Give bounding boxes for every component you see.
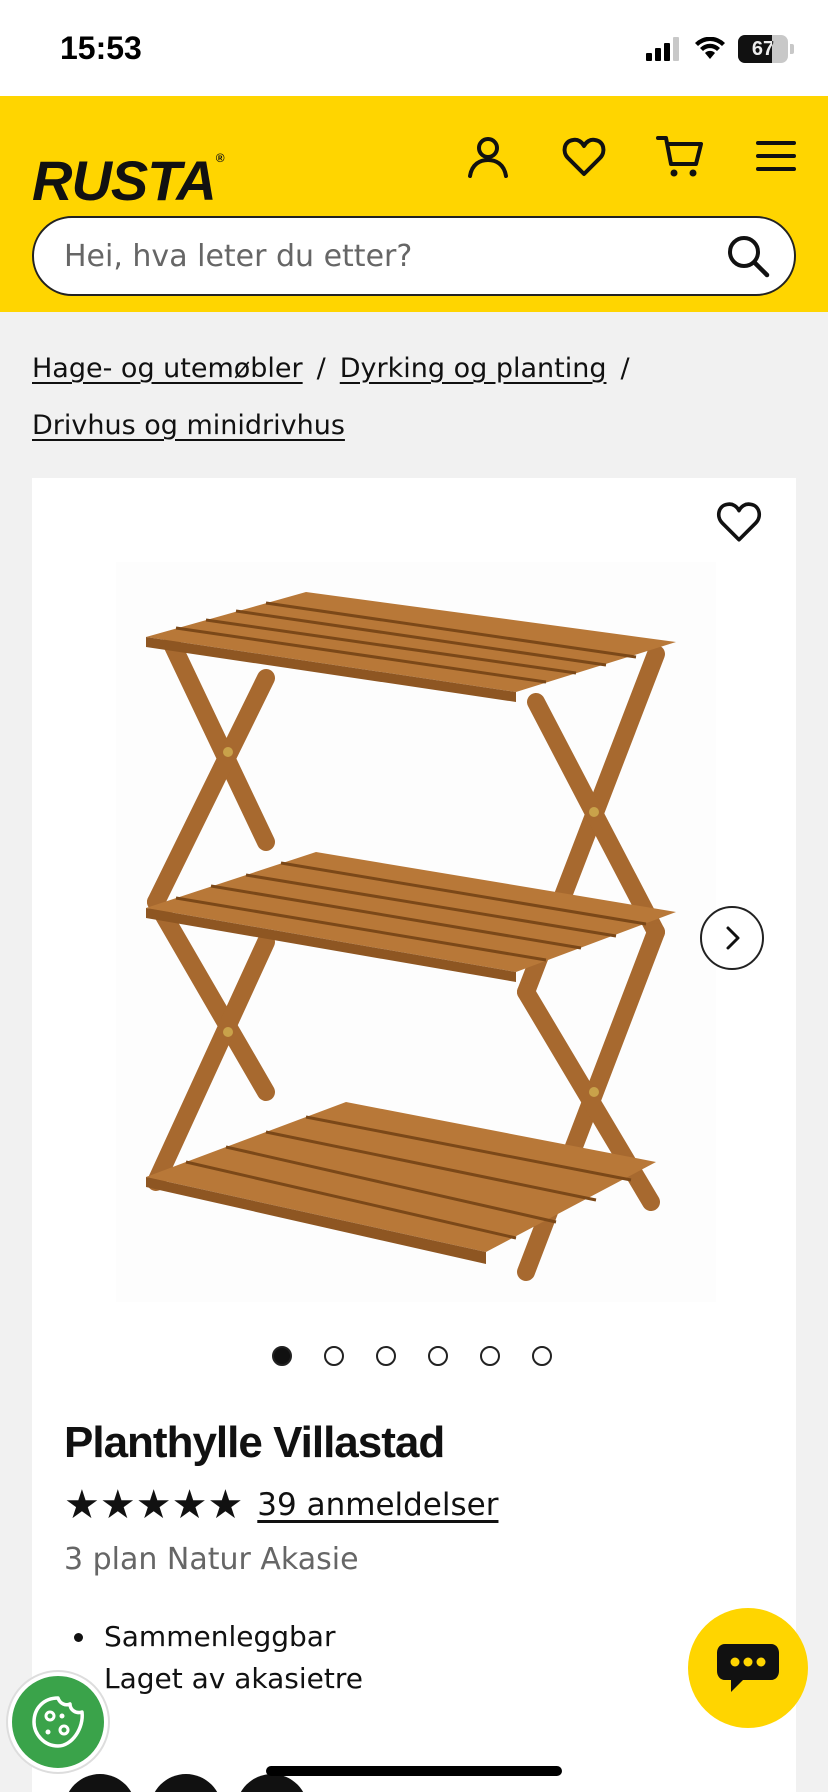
- home-indicator[interactable]: [266, 1766, 562, 1776]
- site-header: RUSTA®: [0, 96, 828, 312]
- breadcrumb-item-drivhus-og-minidrivhus[interactable]: Drivhus og minidrivhus: [32, 410, 345, 441]
- account-icon[interactable]: [464, 132, 512, 180]
- reviews-link[interactable]: 39 anmeldelser: [257, 1487, 498, 1523]
- wifi-icon: [695, 37, 725, 59]
- product-subtitle: 3 plan Natur Akasie: [64, 1542, 359, 1577]
- battery-cap: [790, 44, 794, 54]
- gallery-dot[interactable]: [272, 1346, 292, 1366]
- search-input[interactable]: [64, 218, 704, 294]
- menu-icon[interactable]: [752, 132, 800, 180]
- feature-item: Laget av akasietre: [74, 1658, 363, 1700]
- gallery-dot[interactable]: [532, 1346, 552, 1366]
- cart-icon[interactable]: [656, 132, 704, 180]
- gallery-dot[interactable]: [376, 1346, 396, 1366]
- gallery-dot[interactable]: [480, 1346, 500, 1366]
- breadcrumb-item-dyrking-og-planting[interactable]: Dyrking og planting: [340, 353, 607, 384]
- chevron-right-icon: [726, 926, 740, 950]
- gallery-dots: [272, 1346, 552, 1370]
- gallery-dot[interactable]: [324, 1346, 344, 1366]
- product-title: Planthylle Villastad: [64, 1418, 445, 1467]
- breadcrumb: Hage- og utemøbler / Dyrking og planting / D…: [32, 340, 792, 454]
- next-image-button[interactable]: [700, 906, 764, 970]
- chat-bubble-icon: [717, 1644, 779, 1692]
- status-bar: 15:53 67: [0, 0, 828, 96]
- chat-button[interactable]: [688, 1608, 808, 1728]
- rating-row: ★★★★★ 39 anmeldelser: [64, 1482, 498, 1528]
- search-bar: [32, 216, 796, 296]
- price-digit-shape: [150, 1774, 222, 1792]
- cookie-icon: [32, 1696, 84, 1748]
- logo-text: RUSTA: [32, 149, 217, 212]
- breadcrumb-separator: /: [620, 353, 630, 384]
- product-card: Planthylle Villastad ★★★★★ 39 anmeldelse…: [32, 478, 796, 1792]
- logo-mark: ®: [215, 151, 225, 165]
- battery-icon: 67: [738, 35, 788, 63]
- breadcrumb-item-hage-og-utemobler[interactable]: Hage- og utemøbler: [32, 353, 303, 384]
- status-time: 15:53: [60, 30, 142, 66]
- cookie-settings-button[interactable]: [8, 1672, 108, 1772]
- search-button[interactable]: [724, 232, 772, 280]
- heart-icon: [716, 502, 762, 542]
- favorite-button[interactable]: [714, 496, 764, 546]
- breadcrumb-separator: /: [316, 353, 326, 384]
- signal-icon: [646, 37, 679, 61]
- feature-list: Sammenleggbar Laget av akasietre: [74, 1616, 363, 1700]
- price-partial: [64, 1774, 308, 1792]
- rating-stars: ★★★★★: [64, 1485, 243, 1525]
- star-icons: ★★★★★: [64, 1482, 244, 1528]
- battery-percent: 67: [751, 38, 775, 60]
- header-icons: [464, 126, 800, 186]
- price-digit-shape: [236, 1774, 308, 1792]
- rusta-logo[interactable]: RUSTA®: [32, 126, 225, 213]
- status-icons: 67: [646, 34, 794, 64]
- feature-item: Sammenleggbar: [74, 1616, 363, 1658]
- search-icon: [728, 236, 770, 278]
- product-image[interactable]: [116, 562, 716, 1302]
- price-digit-shape: [64, 1774, 136, 1792]
- gallery-dot[interactable]: [428, 1346, 448, 1366]
- heart-icon[interactable]: [560, 132, 608, 180]
